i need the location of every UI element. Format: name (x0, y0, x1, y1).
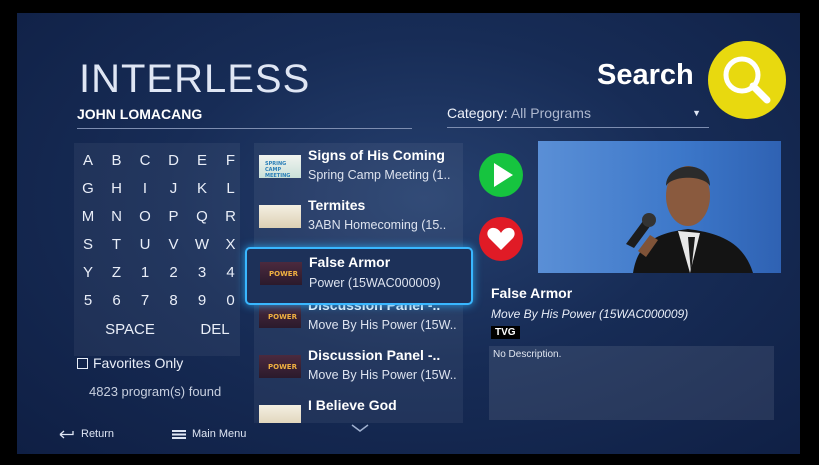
key-v[interactable]: V (163, 231, 185, 257)
key-h[interactable]: H (106, 175, 128, 201)
checkbox-icon (77, 357, 88, 369)
key-o[interactable]: O (134, 203, 156, 229)
thumb-text: SPRING CAMP MEETING (265, 161, 291, 179)
key-0[interactable]: 0 (220, 287, 242, 313)
thumbnail-spring-camp-meeting: SPRING CAMP MEETING (259, 155, 301, 179)
key-j[interactable]: J (163, 175, 185, 201)
key-t[interactable]: T (106, 231, 128, 257)
key-2[interactable]: 2 (163, 259, 185, 285)
item-title: I Believe God (308, 397, 397, 413)
item-subtitle: Move By His Power (15W.. (308, 368, 457, 382)
key-l[interactable]: L (220, 175, 242, 201)
thumbnail-3abn-homecoming (259, 405, 301, 423)
play-button[interactable] (479, 153, 523, 197)
key-s[interactable]: S (77, 231, 99, 257)
preview-image (538, 141, 781, 273)
item-title: Signs of His Coming (308, 147, 445, 163)
delete-key[interactable]: DEL (190, 316, 240, 342)
main-menu-label: Main Menu (192, 428, 247, 440)
detail-title: False Armor (491, 285, 573, 301)
key-3[interactable]: 3 (191, 259, 213, 285)
favorite-button[interactable] (479, 217, 523, 261)
item-subtitle: Power (15WAC000009) (309, 276, 441, 290)
key-e[interactable]: E (191, 147, 213, 173)
key-w[interactable]: W (191, 231, 213, 257)
key-d[interactable]: D (163, 147, 185, 173)
key-k[interactable]: K (191, 175, 213, 201)
detail-subtitle: Move By His Power (15WAC000009) (491, 307, 689, 321)
rating-badge: TVG (491, 326, 520, 339)
category-label: Category: (447, 105, 508, 121)
main-menu-hint[interactable]: Main Menu (172, 428, 246, 440)
list-item[interactable]: Termites 3ABN Homecoming (15.. (254, 193, 463, 241)
item-subtitle: 3ABN Homecoming (15.. (308, 218, 447, 232)
key-q[interactable]: Q (191, 203, 213, 229)
key-b[interactable]: B (106, 147, 128, 173)
return-icon (59, 430, 74, 438)
caret-down-icon: ▼ (692, 108, 701, 118)
onscreen-keypad: ABCDEF GHIJKL MNOPQR STUVWX YZ1234 567890 SPA… (74, 143, 240, 356)
return-label: Return (81, 428, 115, 440)
key-6[interactable]: 6 (106, 287, 128, 313)
category-dropdown[interactable]: Category: All Programs ▼ (447, 105, 709, 128)
key-n[interactable]: N (106, 203, 128, 229)
selected-list-item[interactable]: POWER False Armor Power (15WAC000009) (245, 247, 473, 305)
key-f[interactable]: F (220, 147, 242, 173)
list-item[interactable]: SPRING CAMP MEETING Signs of His Coming … (254, 143, 463, 191)
favorites-label: Favorites Only (93, 355, 184, 371)
key-y[interactable]: Y (77, 259, 99, 285)
key-1[interactable]: 1 (134, 259, 156, 285)
key-p[interactable]: P (163, 203, 185, 229)
tv-screen: INTERLESS JOHN LOMACANG Category: All Pr… (17, 13, 800, 454)
chevron-down-icon[interactable] (350, 418, 370, 437)
item-subtitle: Move By His Power (15W.. (308, 318, 457, 332)
key-5[interactable]: 5 (77, 287, 99, 313)
thumb-text: POWER (268, 363, 297, 371)
play-icon (494, 163, 513, 187)
key-x[interactable]: X (220, 231, 242, 257)
description-text: No Description. (493, 349, 562, 360)
space-key[interactable]: SPACE (76, 316, 184, 342)
app-title: INTERLESS (79, 57, 311, 101)
item-subtitle: Spring Camp Meeting (1.. (308, 168, 451, 182)
thumbnail-move-by-his-power: POWER (260, 262, 302, 285)
key-g[interactable]: G (77, 175, 99, 201)
description-box: No Description. (489, 346, 774, 420)
favorites-only-toggle[interactable]: Favorites Only (77, 355, 183, 371)
item-title: Discussion Panel -.. (308, 347, 441, 363)
item-title: Termites (308, 197, 366, 213)
category-value: All Programs (510, 105, 591, 121)
key-a[interactable]: A (77, 147, 99, 173)
search-query: JOHN LOMACANG (77, 106, 203, 122)
key-z[interactable]: Z (106, 259, 128, 285)
key-m[interactable]: M (77, 203, 99, 229)
key-c[interactable]: C (134, 147, 156, 173)
results-count: 4823 program(s) found (89, 384, 222, 399)
key-r[interactable]: R (220, 203, 242, 229)
key-u[interactable]: U (134, 231, 156, 257)
menu-icon (172, 429, 186, 439)
key-i[interactable]: I (134, 175, 156, 201)
key-4[interactable]: 4 (220, 259, 242, 285)
key-8[interactable]: 8 (163, 287, 185, 313)
thumbnail-3abn-homecoming (259, 205, 301, 228)
heart-icon (487, 227, 515, 250)
thumbnail-move-by-his-power: POWER (259, 355, 301, 378)
return-hint[interactable]: Return (59, 428, 114, 440)
key-9[interactable]: 9 (191, 287, 213, 313)
key-7[interactable]: 7 (134, 287, 156, 313)
search-label: Search (597, 59, 694, 91)
thumb-text: POWER (269, 270, 298, 278)
search-button[interactable] (708, 41, 786, 119)
magnifier-icon (723, 56, 771, 104)
item-title: False Armor (309, 254, 391, 270)
thumb-text: POWER (268, 313, 297, 321)
thumbnail-move-by-his-power: POWER (259, 305, 301, 328)
search-input[interactable]: JOHN LOMACANG (77, 106, 412, 129)
list-item[interactable]: POWER Discussion Panel -.. Move By His P… (254, 343, 463, 391)
